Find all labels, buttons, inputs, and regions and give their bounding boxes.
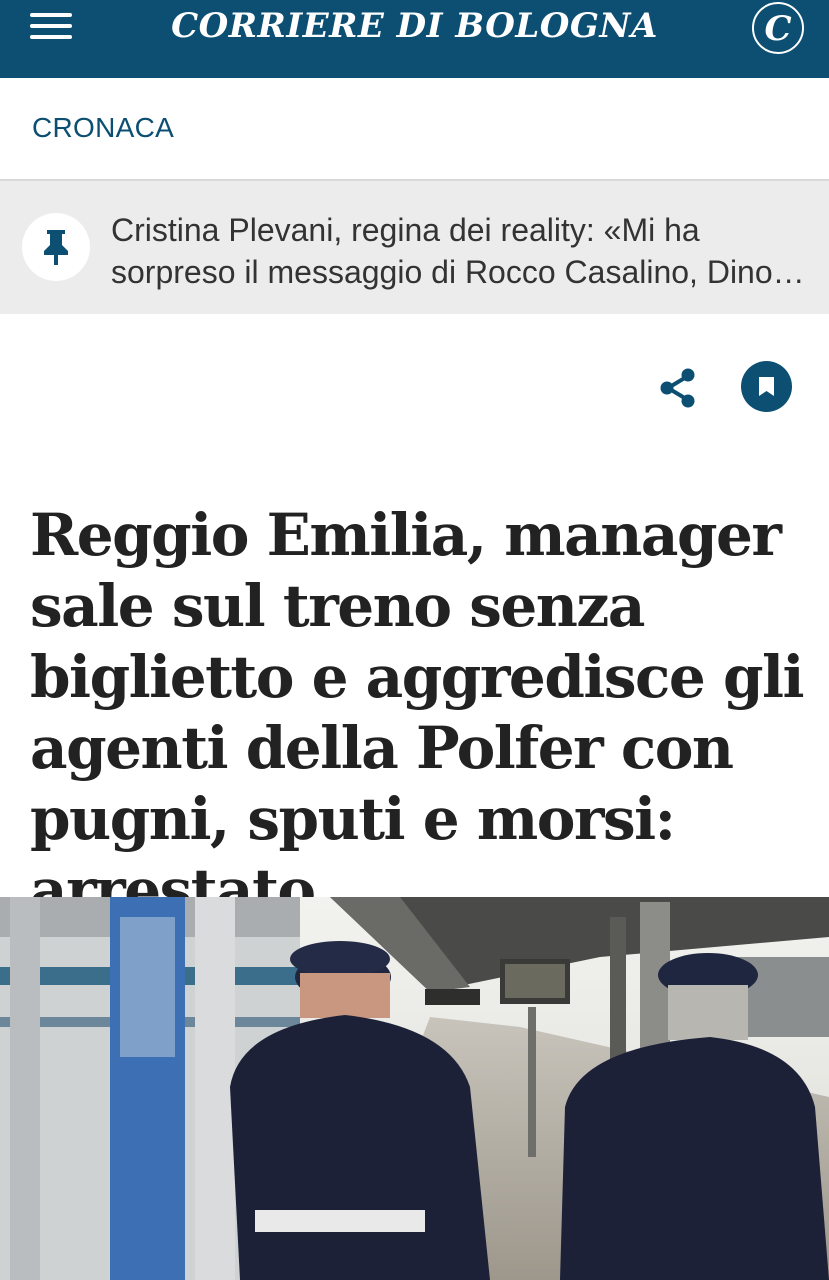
brand-title[interactable]: CORRIERE DI BOLOGNA (0, 6, 829, 46)
section-link-cronaca[interactable]: CRONACA (32, 112, 174, 144)
logo-badge[interactable]: C (752, 2, 804, 54)
article-headline: Reggio Emilia, manager sale sul treno se… (30, 501, 805, 924)
top-bar: CORRIERE DI BOLOGNA C (0, 0, 829, 78)
pinned-article[interactable]: Cristina Plevani, regina dei reality: «M… (0, 181, 829, 314)
share-icon (660, 368, 695, 408)
bookmark-icon (759, 377, 774, 396)
pushpin-icon (22, 213, 90, 281)
pinned-article-title[interactable]: Cristina Plevani, regina dei reality: «M… (111, 209, 811, 293)
bookmark-button[interactable] (741, 361, 792, 412)
section-bar: CRONACA (0, 78, 829, 181)
share-button[interactable] (654, 364, 702, 412)
hero-image (0, 897, 829, 1280)
